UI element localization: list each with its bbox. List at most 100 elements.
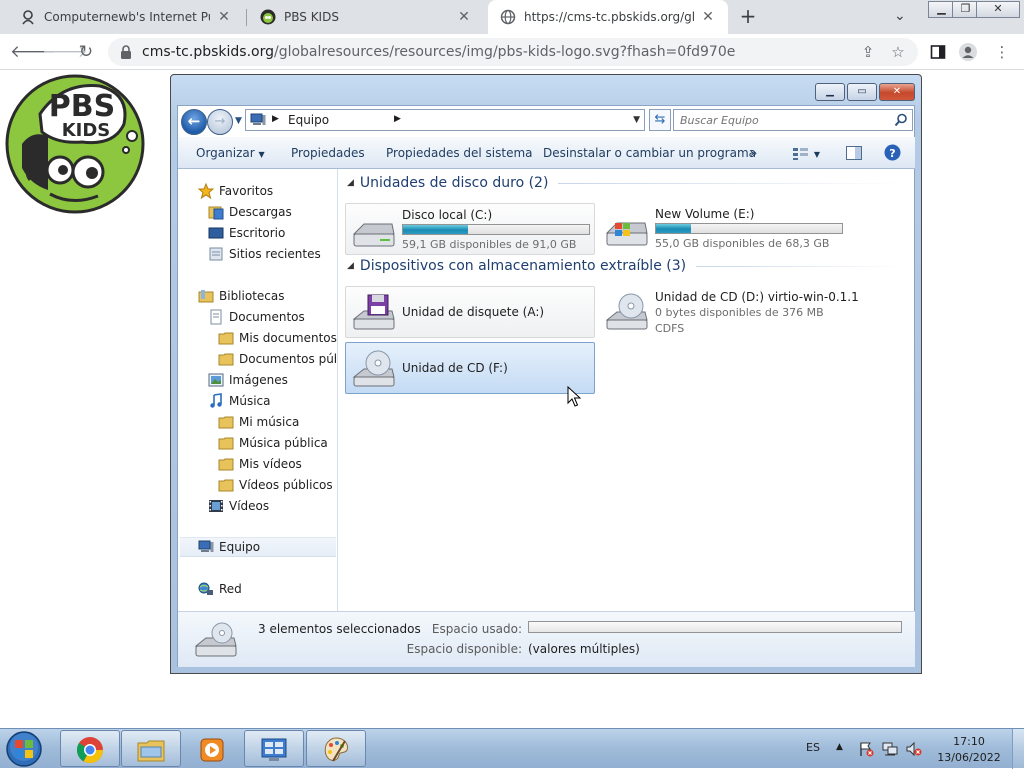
taskbar-chrome-button[interactable]	[60, 730, 120, 767]
tab-search-chevron-icon[interactable]: ⌄	[894, 8, 906, 24]
breadcrumb-arrow-icon[interactable]: ▶	[394, 114, 401, 124]
folder-icon	[218, 479, 234, 492]
collapse-triangle-icon[interactable]: ◢	[347, 261, 354, 271]
explorer-minimize-button[interactable]: ▁	[815, 83, 845, 101]
recent-pages-chevron-icon[interactable]: ▼	[235, 116, 242, 126]
nav-label: Red	[219, 582, 242, 596]
nav-videos-publicos[interactable]: Vídeos públicos	[218, 475, 333, 495]
folder-icon	[218, 437, 234, 450]
nav-equipo[interactable]: Equipo	[180, 537, 336, 557]
address-bar[interactable]: cms-tc.pbskids.org/globalresources/resou…	[108, 38, 918, 66]
explorer-search-box[interactable]	[673, 109, 913, 131]
used-space-bar	[528, 621, 902, 633]
view-options-button[interactable]: ▼	[792, 146, 820, 161]
explorer-command-bar: Organizar ▼ Propiedades Propiedades del …	[178, 137, 915, 169]
chevron-down-icon: ▼	[813, 150, 820, 159]
drive-name: Unidad de CD (D:) virtio-win-0.1.1	[655, 290, 859, 304]
menu-kebab-icon[interactable]: ⋮	[992, 42, 1012, 62]
nav-descargas[interactable]: Descargas	[208, 202, 292, 222]
volume-muted-icon[interactable]	[906, 741, 922, 757]
tab-close-icon[interactable]: ✕	[456, 9, 472, 25]
tab-pbs-logo-svg[interactable]: https://cms-tc.pbskids.org/globalresourc…	[488, 0, 728, 34]
pub-hub-favicon-icon	[20, 9, 36, 25]
group-header-hdd[interactable]: ◢ Unidades de disco duro (2)	[347, 175, 907, 191]
new-tab-button[interactable]: +	[736, 5, 760, 29]
nav-red[interactable]: Red	[198, 579, 242, 599]
drive-e-tile[interactable]: New Volume (E:) 55,0 GB disponibles de 6…	[599, 203, 849, 255]
search-icon[interactable]	[894, 113, 908, 127]
nav-escritorio[interactable]: Escritorio	[208, 223, 285, 243]
forward-arrow-icon[interactable]: 🡒	[42, 40, 88, 64]
explorer-forward-button[interactable]: →	[207, 109, 233, 135]
collapse-triangle-icon[interactable]: ◢	[347, 178, 354, 188]
tab-pbs-kids[interactable]: PBS KIDS ✕	[248, 0, 484, 34]
nav-documentos[interactable]: Documentos	[208, 307, 305, 327]
group-divider	[696, 265, 907, 267]
preview-pane-button[interactable]	[846, 146, 862, 163]
share-icon[interactable]: ⇪	[858, 42, 878, 62]
folder-icon	[218, 416, 234, 429]
nav-musica[interactable]: Música	[208, 391, 271, 411]
hard-drive-icon	[352, 223, 395, 247]
kids-logo-text: KIDS	[62, 120, 111, 141]
more-commands-button[interactable]: »	[750, 146, 757, 160]
properties-button[interactable]: Propiedades	[291, 146, 365, 160]
nav-sitios-recientes[interactable]: Sitios recientes	[208, 244, 321, 264]
bookmark-star-icon[interactable]: ☆	[888, 42, 908, 62]
uninstall-program-button[interactable]: Desinstalar o cambiar un programa	[543, 146, 756, 160]
close-button[interactable]: ✕	[976, 1, 1020, 18]
taskbar-control-panel-button[interactable]	[244, 730, 304, 767]
nav-mis-documentos[interactable]: Mis documentos	[218, 328, 337, 348]
taskbar-paint-button[interactable]	[306, 730, 366, 767]
action-center-flag-icon[interactable]	[858, 741, 874, 757]
nav-bibliotecas[interactable]: Bibliotecas	[198, 286, 284, 306]
system-properties-button[interactable]: Propiedades del sistema	[386, 146, 533, 160]
side-panel-icon[interactable]	[928, 42, 948, 62]
drive-a-tile[interactable]: Unidad de disquete (A:)	[345, 286, 595, 338]
group-header-removable[interactable]: ◢ Dispositivos con almacenamiento extraí…	[347, 258, 907, 274]
start-button[interactable]	[4, 730, 44, 768]
search-input[interactable]	[680, 112, 880, 128]
clock-time[interactable]: 17:10	[944, 735, 994, 748]
restore-button[interactable]: ❐	[952, 1, 979, 18]
profile-avatar-icon[interactable]	[958, 42, 978, 62]
explorer-close-button[interactable]: ✕	[879, 83, 915, 101]
explorer-refresh-button[interactable]: ⇆	[649, 109, 671, 131]
nav-favoritos[interactable]: Favoritos	[198, 181, 273, 201]
drive-name: Disco local (C:)	[402, 208, 493, 222]
nav-musica-publica[interactable]: Música pública	[218, 433, 328, 453]
tab-close-icon[interactable]: ✕	[700, 9, 716, 25]
show-desktop-button[interactable]	[1012, 729, 1024, 769]
reload-icon[interactable]: ↻	[74, 40, 98, 64]
help-button[interactable]: ?	[884, 144, 901, 164]
language-indicator[interactable]: ES	[806, 741, 820, 754]
explorer-maximize-button[interactable]: ▭	[847, 83, 877, 101]
nav-imagenes[interactable]: Imágenes	[208, 370, 288, 390]
network-tray-icon[interactable]	[882, 741, 898, 757]
clock-date[interactable]: 13/06/2022	[930, 751, 1008, 764]
url-text: cms-tc.pbskids.org/globalresources/resou…	[142, 44, 735, 60]
tab-internet-pub-hub[interactable]: Computernewb's Internet Pub Hub ✕	[8, 0, 244, 34]
nav-videos[interactable]: Vídeos	[208, 496, 269, 516]
explorer-address-field[interactable]: ▶ Equipo ▶ ▼	[245, 109, 645, 131]
explorer-back-button[interactable]: ←	[181, 109, 207, 135]
breadcrumb-equipo[interactable]: Equipo	[288, 113, 329, 127]
drive-d-tile[interactable]: Unidad de CD (D:) virtio-win-0.1.1 0 byt…	[599, 286, 859, 338]
drive-f-tile[interactable]: Unidad de CD (F:)	[345, 342, 595, 394]
back-arrow-icon[interactable]: 🡐	[10, 40, 56, 64]
nav-mi-musica[interactable]: Mi música	[218, 412, 299, 432]
taskbar-media-player-button[interactable]	[182, 730, 242, 767]
nav-mis-videos[interactable]: Mis vídeos	[218, 454, 302, 474]
tab-close-icon[interactable]: ✕	[216, 9, 232, 25]
drive-c-tile[interactable]: Disco local (C:) 59,1 GB disponibles de …	[345, 203, 595, 255]
libraries-icon	[198, 290, 214, 303]
pbs-kids-favicon-icon	[260, 9, 276, 25]
breadcrumb-arrow-icon[interactable]: ▶	[272, 114, 279, 124]
address-dropdown-icon[interactable]: ▼	[633, 115, 640, 125]
minimize-button[interactable]: ▁	[928, 1, 955, 18]
nav-documentos-publicos[interactable]: Documentos públicos	[218, 349, 336, 369]
show-hidden-icons-icon[interactable]: ▲	[836, 742, 843, 752]
folder-icon	[137, 740, 165, 762]
organize-menu[interactable]: Organizar ▼	[196, 146, 265, 160]
taskbar-explorer-button[interactable]	[121, 730, 181, 767]
